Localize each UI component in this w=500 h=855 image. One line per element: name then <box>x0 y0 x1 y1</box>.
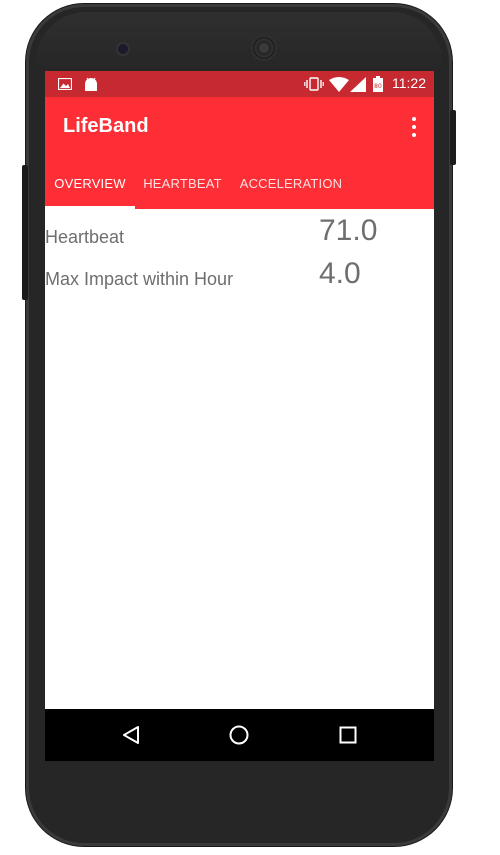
phone-bezel-top <box>36 12 442 72</box>
android-icon <box>83 76 99 92</box>
volume-button <box>22 165 28 300</box>
vibrate-icon <box>304 76 324 92</box>
overview-panel: Heartbeat 71.0 Max Impact within Hour 4.… <box>45 209 434 709</box>
status-time: 11:22 <box>392 75 426 91</box>
max-impact-value: 4.0 <box>319 257 361 290</box>
recents-icon[interactable] <box>336 723 360 747</box>
battery-icon: 80 <box>372 76 384 92</box>
earpiece-speaker <box>253 37 275 59</box>
signal-icon <box>350 76 366 92</box>
heartbeat-label: Heartbeat <box>45 227 125 247</box>
power-button <box>450 110 456 165</box>
app-bar: LifeBand OVERVIEW HEARTBEAT ACCELERATION <box>45 97 434 209</box>
app-title: LifeBand <box>63 115 149 137</box>
front-camera <box>118 44 128 54</box>
back-icon[interactable] <box>119 723 143 747</box>
image-icon <box>58 76 72 92</box>
max-impact-label: Max Impact within Hour <box>45 269 234 289</box>
screen: 80 11:22 LifeBand OVERVIEW HEARTBEAT ACC… <box>45 71 434 761</box>
svg-text:80: 80 <box>374 83 382 90</box>
tab-overview[interactable]: OVERVIEW <box>45 169 135 209</box>
home-icon[interactable] <box>227 723 251 747</box>
navigation-bar <box>45 709 434 761</box>
overflow-menu-icon[interactable] <box>410 117 418 137</box>
status-bar: 80 11:22 <box>45 71 434 97</box>
tab-acceleration[interactable]: ACCELERATION <box>235 169 347 209</box>
wifi-icon <box>329 76 349 92</box>
tab-heartbeat[interactable]: HEARTBEAT <box>135 169 230 209</box>
heartbeat-value: 71.0 <box>319 214 378 247</box>
tab-bar: OVERVIEW HEARTBEAT ACCELERATION <box>45 169 434 209</box>
